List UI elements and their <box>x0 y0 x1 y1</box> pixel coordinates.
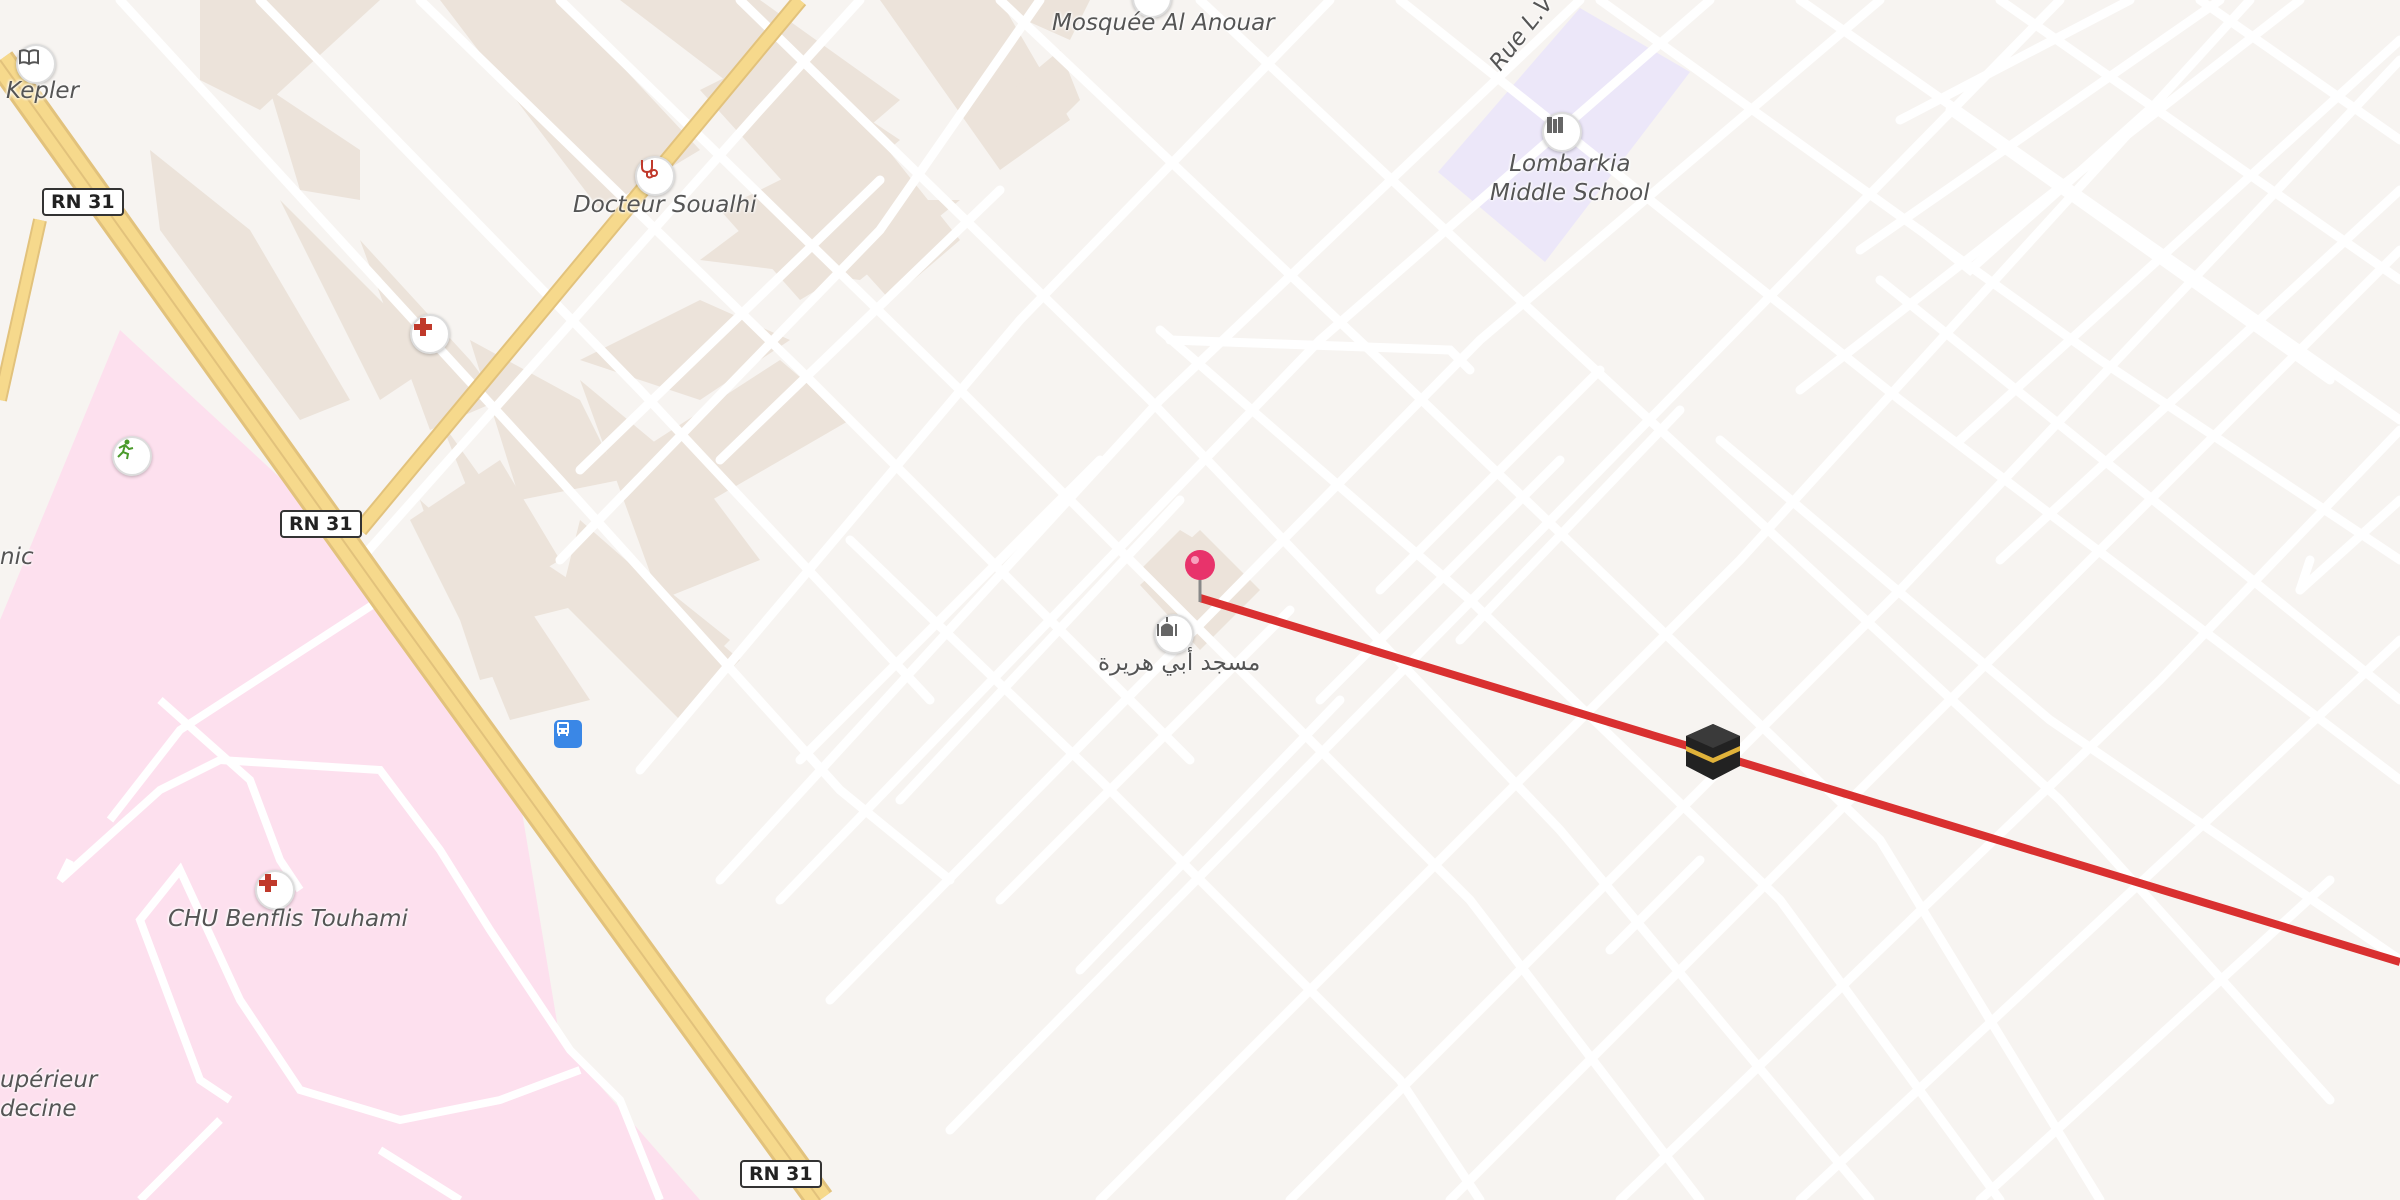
map-view[interactable]: RN 31 RN 31 RN 31 Kepler Mosquée Al Anou… <box>0 0 2400 1200</box>
place-label-docteur-soualhi: Docteur Soualhi <box>573 192 757 218</box>
place-label-chu: CHU Benflis Touhami <box>168 906 408 932</box>
qibla-direction-line <box>1198 594 2400 966</box>
sports-icon[interactable] <box>112 436 152 476</box>
mosque-icon[interactable] <box>1154 614 1194 654</box>
place-label-nic: nic <box>0 544 34 570</box>
place-label-lombarkia-school: Lombarkia Middle School <box>1490 151 1650 206</box>
hospital-cross-icon[interactable] <box>410 314 450 354</box>
place-label-kepler: Kepler <box>6 78 80 104</box>
place-label-mosque-abi-hurayra: مسجد أبي هريرة <box>1098 650 1261 676</box>
hospital-cross-icon[interactable] <box>255 870 295 910</box>
kaaba-icon[interactable] <box>1684 722 1742 782</box>
place-label-superieur: upérieur decine <box>0 1067 98 1122</box>
pink-location-pin-icon[interactable] <box>1182 548 1218 604</box>
bus-stop-icon[interactable] <box>554 720 582 748</box>
school-icon[interactable] <box>1542 112 1582 152</box>
place-label-mosque-anouar: Mosquée Al Anouar <box>1052 10 1275 36</box>
stethoscope-icon[interactable] <box>635 156 675 196</box>
road-shield-rn31: RN 31 <box>740 1160 822 1188</box>
road-shield-rn31: RN 31 <box>280 510 362 538</box>
road-shield-rn31: RN 31 <box>42 188 124 216</box>
